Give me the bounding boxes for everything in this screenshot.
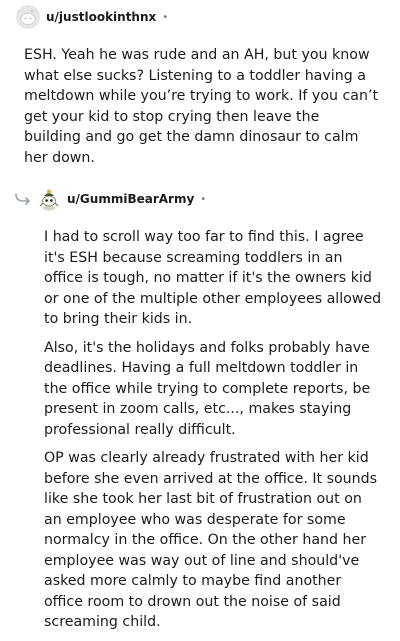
reply-paragraph-3: OP was clearly already frustrated with h… [44,450,378,630]
reply-comment-body: I had to scroll way too far to find this… [44,227,384,641]
reply-paragraph-1: I had to scroll way too far to find this… [44,229,382,327]
header-separator-dot: • [162,11,169,23]
custom-snoo-avatar-icon[interactable] [37,187,61,211]
reply-paragraph-2: Also, it's the holidays and folks probab… [44,339,371,438]
reply-comment-header: u/GummiBearArmy • [37,187,206,211]
reply-thread-arrow-icon [15,193,30,205]
comment-body: ESH. Yeah he was rude and an AH, but you… [24,45,380,176]
header-separator-dot: • [200,193,207,205]
default-snoo-avatar-icon[interactable] [16,5,40,29]
comment-author-username[interactable]: u/justlookinthnx [46,10,156,24]
comment-header: u/justlookinthnx • [16,5,168,29]
reply-author-username[interactable]: u/GummiBearArmy [67,192,194,206]
comment-paragraph: ESH. Yeah he was rude and an AH, but you… [24,47,379,166]
